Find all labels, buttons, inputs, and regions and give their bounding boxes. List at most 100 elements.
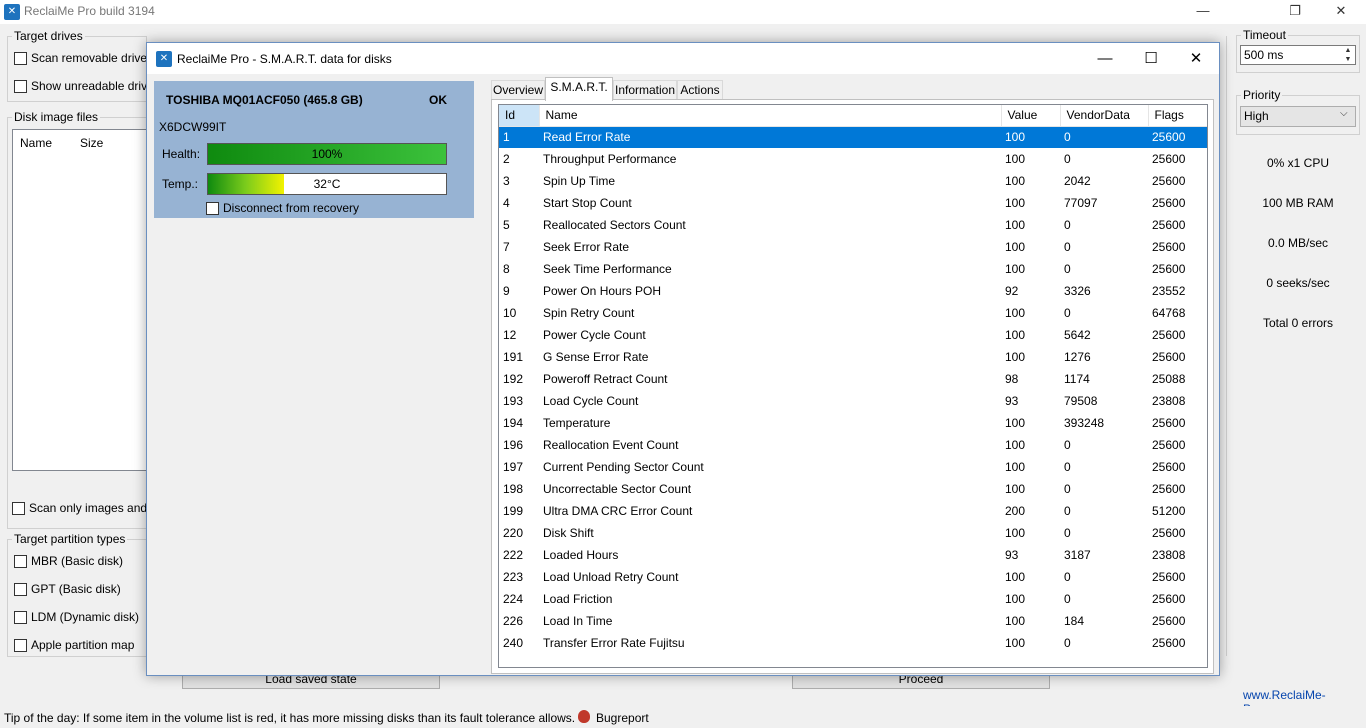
cell-name: Spin Up Time	[543, 174, 616, 188]
table-row[interactable]: 224 Load Friction 100 0 25600	[499, 588, 1207, 610]
table-row[interactable]: 222 Loaded Hours 93 3187 23808	[499, 544, 1207, 566]
table-row[interactable]: 12 Power Cycle Count 100 5642 25600	[499, 324, 1207, 346]
cell-vendordata: 0	[1064, 240, 1071, 254]
cell-name: Power Cycle Count	[543, 328, 646, 342]
table-row[interactable]: 223 Load Unload Retry Count 100 0 25600	[499, 566, 1207, 588]
cell-value: 100	[1005, 570, 1026, 584]
cell-vendordata: 0	[1064, 152, 1071, 166]
minimize-icon[interactable]: —	[1180, 0, 1226, 24]
cell-flags: 25600	[1152, 482, 1186, 496]
bugreport-link[interactable]: Bugreport	[596, 711, 649, 725]
table-row[interactable]: 193 Load Cycle Count 93 79508 23808	[499, 390, 1207, 412]
cell-id: 198	[503, 482, 524, 496]
cell-name: Ultra DMA CRC Error Count	[543, 504, 693, 518]
col-name-header[interactable]: Name	[539, 105, 1002, 127]
timeout-legend: Timeout	[1241, 28, 1288, 42]
mbr-checkbox[interactable]	[14, 555, 27, 568]
cell-value: 100	[1005, 196, 1026, 210]
table-row[interactable]: 2 Throughput Performance 100 0 25600	[499, 148, 1207, 170]
priority-dropdown[interactable]: High	[1240, 106, 1356, 127]
close-icon[interactable]: ✕	[1318, 0, 1364, 24]
cell-value: 100	[1005, 174, 1026, 188]
scan-only-images-checkbox[interactable]	[12, 502, 25, 515]
cell-vendordata: 3187	[1064, 548, 1091, 562]
cell-flags: 25088	[1152, 372, 1186, 386]
col-size-header[interactable]: Size	[80, 136, 103, 150]
table-row[interactable]: 8 Seek Time Performance 100 0 25600	[499, 258, 1207, 280]
table-row[interactable]: 220 Disk Shift 100 0 25600	[499, 522, 1207, 544]
health-value: 100%	[311, 147, 343, 161]
cell-name: Power On Hours POH	[543, 284, 662, 298]
cell-vendordata: 1174	[1064, 372, 1090, 386]
restore-icon[interactable]: ❐	[1272, 0, 1318, 24]
table-row[interactable]: 1 Read Error Rate 100 0 25600	[499, 126, 1207, 148]
table-row[interactable]: 9 Power On Hours POH 92 3326 23552	[499, 280, 1207, 302]
gpt-checkbox[interactable]	[14, 583, 27, 596]
cell-vendordata: 0	[1064, 306, 1071, 320]
table-row[interactable]: 192 Poweroff Retract Count 98 1174 25088	[499, 368, 1207, 390]
scan-removable-checkbox[interactable]	[14, 52, 27, 65]
cell-name: Seek Time Performance	[543, 262, 672, 276]
table-row[interactable]: 198 Uncorrectable Sector Count 100 0 25600	[499, 478, 1207, 500]
health-label: Health:	[162, 147, 201, 161]
disconnect-checkbox[interactable]	[206, 202, 219, 215]
dialog-maximize-icon[interactable]: ☐	[1128, 43, 1174, 74]
table-row[interactable]: 194 Temperature 100 393248 25600	[499, 412, 1207, 434]
cell-id: 226	[503, 614, 524, 628]
app-icon: ✕	[4, 4, 20, 20]
disk-images-list[interactable]	[12, 129, 147, 471]
table-row[interactable]: 3 Spin Up Time 100 2042 25600	[499, 170, 1207, 192]
col-vendordata-header[interactable]: VendorData	[1060, 105, 1149, 127]
table-row[interactable]: 7 Seek Error Rate 100 0 25600	[499, 236, 1207, 258]
bug-icon[interactable]	[578, 710, 590, 723]
disk-serial: X6DCW99IT	[159, 120, 227, 134]
table-row[interactable]: 240 Transfer Error Rate Fujitsu 100 0 25600	[499, 632, 1207, 654]
disk-status-badge: OK	[429, 93, 447, 107]
chevron-down-icon[interactable]: ⌵	[1340, 108, 1348, 119]
cell-vendordata: 77097	[1064, 196, 1098, 210]
table-row[interactable]: 4 Start Stop Count 100 77097 25600	[499, 192, 1207, 214]
main-titlebar	[0, 0, 1366, 24]
apple-checkbox[interactable]	[14, 639, 27, 652]
disk-summary-panel[interactable]: TOSHIBA MQ01ACF050 (465.8 GB) OK X6DCW99…	[154, 81, 474, 218]
cell-name: Temperature	[543, 416, 611, 430]
cell-vendordata: 0	[1060, 126, 1148, 148]
target-drives-legend: Target drives	[12, 29, 85, 43]
tab-actions[interactable]: Actions	[677, 80, 723, 100]
cell-name: Read Error Rate	[539, 126, 1001, 148]
cell-flags: 25600	[1152, 218, 1186, 232]
cell-name: Throughput Performance	[543, 152, 677, 166]
col-flags-header[interactable]: Flags	[1148, 105, 1207, 127]
ldm-checkbox[interactable]	[14, 611, 27, 624]
table-row[interactable]: 226 Load In Time 100 184 25600	[499, 610, 1207, 632]
col-value-header[interactable]: Value	[1001, 105, 1061, 127]
table-row[interactable]: 197 Current Pending Sector Count 100 0 25600	[499, 456, 1207, 478]
tab-smart[interactable]: S.M.A.R.T.	[545, 77, 613, 101]
col-id-header[interactable]: Id	[499, 105, 540, 127]
temp-value: 32°C	[313, 177, 341, 191]
table-row[interactable]: 10 Spin Retry Count 100 0 64768	[499, 302, 1207, 324]
cell-flags: 25600	[1152, 526, 1186, 540]
dialog-minimize-icon[interactable]: —	[1082, 43, 1128, 74]
dialog-close-icon[interactable]: ✕	[1173, 43, 1219, 74]
spinner-arrows-icon[interactable]: ▲ ▼	[1341, 46, 1355, 64]
cell-value: 93	[1005, 548, 1019, 562]
tab-overview[interactable]: Overview	[491, 80, 545, 100]
col-name-header[interactable]: Name	[20, 136, 52, 150]
tab-information[interactable]: Information	[613, 80, 677, 100]
table-row[interactable]: 196 Reallocation Event Count 100 0 25600	[499, 434, 1207, 456]
cell-name: Load Cycle Count	[543, 394, 639, 408]
table-row[interactable]: 5 Reallocated Sectors Count 100 0 25600	[499, 214, 1207, 236]
cell-flags: 25600	[1152, 416, 1186, 430]
table-header-row: Id Name Value VendorData Flags	[499, 105, 1207, 127]
smart-attributes-table[interactable]: Id Name Value VendorData Flags 1 Read Err…	[498, 104, 1208, 668]
throughput-stat: 0.0 MB/sec	[1267, 236, 1329, 250]
table-row[interactable]: 199 Ultra DMA CRC Error Count 200 0 51200	[499, 500, 1207, 522]
show-unreadable-checkbox[interactable]	[14, 80, 27, 93]
timeout-spinner[interactable]: 500 ms	[1240, 45, 1356, 65]
table-row[interactable]: 191 G Sense Error Rate 100 1276 25600	[499, 346, 1207, 368]
dialog-app-icon: ✕	[156, 51, 172, 67]
cell-vendordata: 0	[1064, 460, 1071, 474]
cell-flags: 25600	[1152, 460, 1186, 474]
cell-name: Start Stop Count	[543, 196, 632, 210]
